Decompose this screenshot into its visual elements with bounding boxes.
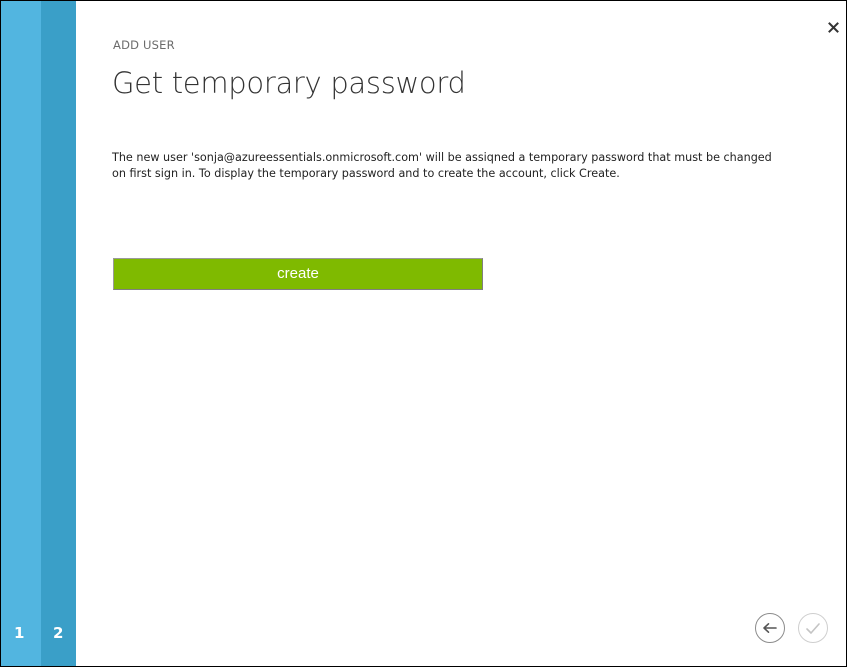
wizard-step-rail: 1 2 — [1, 1, 76, 666]
add-user-dialog: 1 2 ADD USER Get temporary password The … — [0, 0, 847, 667]
page-title: Get temporary password — [112, 66, 466, 100]
arrow-left-icon — [763, 623, 777, 633]
temporary-password-description: The new user 'sonja@azureessentials.onmi… — [112, 151, 772, 180]
wizard-eyebrow: ADD USER — [113, 38, 175, 52]
wizard-step-1-number: 1 — [14, 624, 25, 642]
create-button[interactable]: create — [113, 258, 483, 290]
checkmark-icon — [806, 622, 820, 634]
finish-button[interactable] — [798, 613, 828, 643]
back-button[interactable] — [755, 613, 785, 643]
wizard-step-2[interactable]: 2 — [41, 1, 76, 666]
close-icon-glyph — [827, 22, 839, 33]
wizard-step-2-number: 2 — [53, 624, 64, 642]
close-icon[interactable] — [825, 20, 841, 36]
wizard-step-1[interactable]: 1 — [1, 1, 41, 666]
